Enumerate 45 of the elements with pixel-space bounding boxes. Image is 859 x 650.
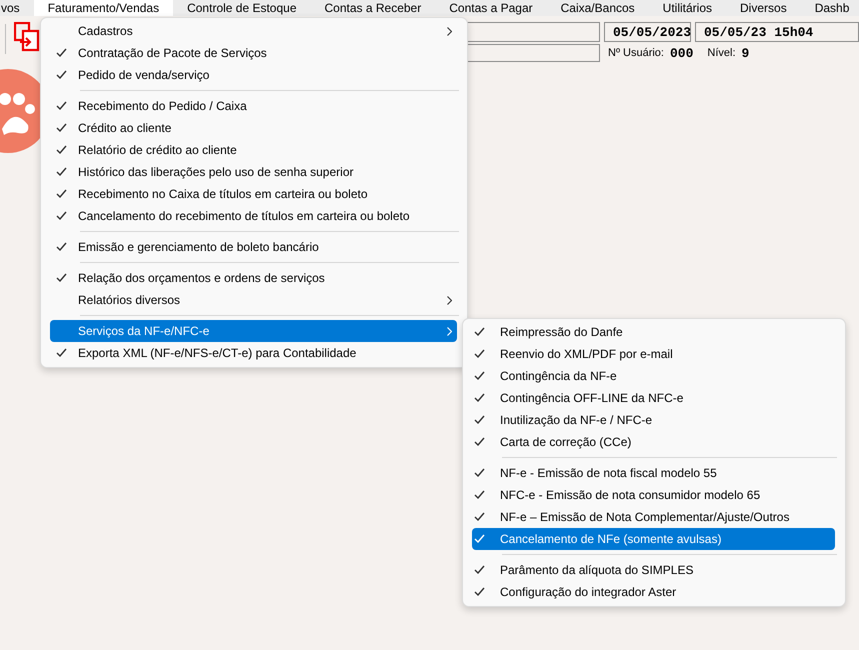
menu-item[interactable]: Configuração do integrador Aster [472,581,835,603]
menu-item[interactable]: NFC-e - Emissão de nota consumidor modelo 65 [472,484,835,506]
chevron-right-icon [447,27,452,36]
user-number: 000 [670,46,694,60]
chevron-right-icon [447,296,452,305]
menu-item[interactable]: NF-e – Emissão de Nota Complementar/Ajuste/Outros [472,506,835,528]
user-label: Nº Usuário: [608,47,664,59]
menu-item[interactable]: Contingência da NF-e [472,365,835,387]
level-label: Nível: [707,47,736,59]
menu-bar-item[interactable]: vos [0,0,34,16]
menu-bar-item[interactable]: Contas a Pagar [435,0,547,16]
menu-bar-item[interactable]: Caixa/Bancos [546,0,649,16]
menu-item[interactable]: Serviços da NF-e/NFC-e [50,320,457,342]
menu-bar-item[interactable]: Faturamento/Vendas [34,0,174,16]
level-value: 9 [742,46,750,60]
menu-item[interactable]: Carta de correção (CCe) [472,431,835,453]
menu-bar-item[interactable]: Controle de Estoque [173,0,310,16]
menu-item[interactable]: Reenvio do XML/PDF por e-mail [472,343,835,365]
menu-item[interactable]: Relatórios diversos [50,289,457,311]
menu-item[interactable]: Recebimento do Pedido / Caixa [50,95,457,117]
menu-item[interactable]: Cancelamento do recebimento de títulos em carteira ou boleto [50,205,457,227]
menu-item[interactable]: Cancelamento de NFe (somente avulsas) [472,528,835,550]
menu-bar-item[interactable]: Contas a Receber [310,0,436,16]
menu-bar-item[interactable]: Dashb [800,0,850,16]
menu-item[interactable]: Crédito ao cliente [50,117,457,139]
menu-item[interactable]: Cadastros [50,20,457,42]
menu-item[interactable]: Parâmento da alíquota do SIMPLES [472,559,835,581]
menu-item[interactable]: Relatório de crédito ao cliente [50,139,457,161]
menu-item[interactable]: NF-e - Emissão de nota fiscal modelo 55 [472,462,835,484]
exit-icon[interactable] [14,22,40,52]
menu-item[interactable]: Exporta XML (NF-e/NFS-e/CT-e) para Contabilidade [50,342,457,364]
datetime-field: 05/05/23 15h04 [695,22,859,42]
menu-item[interactable]: Relação dos orçamentos e ordens de serviços [50,267,457,289]
menu-item[interactable]: Recebimento no Caixa de títulos em carteira ou boleto [50,183,457,205]
chevron-right-icon [447,327,452,336]
menu-bar-item[interactable]: Diversos [726,0,801,16]
menu-item[interactable]: Reimpressão do Danfe [472,321,835,343]
menu-item[interactable]: Contratação de Pacote de Serviços [50,42,457,64]
menu-item[interactable]: Contingência OFF-LINE da NFC-e [472,387,835,409]
menu-bar-item[interactable]: Utilitários [648,0,726,16]
menu-item[interactable]: Emissão e gerenciamento de boleto bancário [50,236,457,258]
menu-item[interactable]: Pedido de venda/serviço [50,64,457,86]
date-field: 05/05/2023 [604,22,691,42]
menu-item[interactable]: Inutilização da NF-e / NFC-e [472,409,835,431]
menu-item[interactable]: Histórico das liberações pelo uso de senha superior [50,161,457,183]
